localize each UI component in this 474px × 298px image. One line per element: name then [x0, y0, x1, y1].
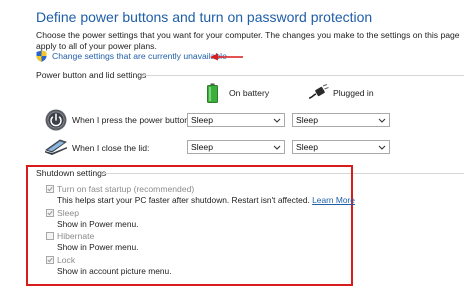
lid-battery-select[interactable]: Sleep	[187, 140, 285, 154]
chevron-down-icon	[273, 145, 281, 150]
sleep-desc: Show in Power menu.	[57, 219, 139, 229]
checkmark-icon	[47, 186, 53, 192]
lock-title: Lock	[57, 255, 76, 265]
hibernate-title: Hibernate	[57, 231, 95, 241]
lid-row-label: When I close the lid:	[72, 143, 150, 153]
uac-shield-icon	[36, 50, 47, 62]
lock-desc: Show in account picture menu.	[57, 266, 172, 276]
page-title: Define power buttons and turn on passwor…	[36, 9, 373, 25]
column-on-battery: On battery	[229, 88, 270, 98]
fast-startup-title: Turn on fast startup (recommended)	[57, 184, 195, 194]
power-plug-icon	[308, 84, 329, 99]
lid-plugged-select[interactable]: Sleep	[292, 140, 390, 154]
sleep-checkbox[interactable]	[46, 209, 54, 217]
change-settings-link[interactable]: Change settings that are currently unava…	[52, 51, 227, 61]
page-description: Choose the power settings that you want …	[36, 30, 460, 51]
learn-more-link[interactable]: Learn More	[312, 195, 355, 205]
sleep-title: Sleep	[57, 208, 79, 218]
chevron-down-icon	[378, 145, 386, 150]
power-button-icon	[45, 109, 67, 131]
select-value: Sleep	[191, 142, 213, 152]
annotation-arrow-icon	[210, 53, 243, 61]
checkmark-icon	[47, 257, 53, 263]
chevron-down-icon	[378, 118, 386, 123]
power-button-battery-select[interactable]: Sleep	[187, 113, 285, 127]
fast-startup-checkbox[interactable]	[46, 185, 54, 193]
battery-icon	[207, 83, 218, 103]
power-section-label: Power button and lid settings	[36, 70, 147, 80]
fast-startup-desc-row: This helps start your PC faster after sh…	[57, 195, 355, 205]
power-button-row-label: When I press the power button:	[72, 115, 192, 125]
select-value: Sleep	[191, 115, 213, 125]
laptop-lid-icon	[45, 139, 67, 155]
lock-checkbox[interactable]	[46, 256, 54, 264]
checkmark-icon	[47, 210, 53, 216]
hibernate-desc: Show in Power menu.	[57, 242, 139, 252]
power-section-divider	[142, 75, 464, 76]
select-value: Sleep	[296, 142, 318, 152]
select-value: Sleep	[296, 115, 318, 125]
chevron-down-icon	[273, 118, 281, 123]
column-plugged-in: Plugged in	[333, 88, 374, 98]
fast-startup-desc: This helps start your PC faster after sh…	[57, 195, 310, 205]
change-settings-link-row[interactable]: Change settings that are currently unava…	[36, 50, 227, 62]
power-button-plugged-select[interactable]: Sleep	[292, 113, 390, 127]
hibernate-checkbox[interactable]	[46, 232, 54, 240]
